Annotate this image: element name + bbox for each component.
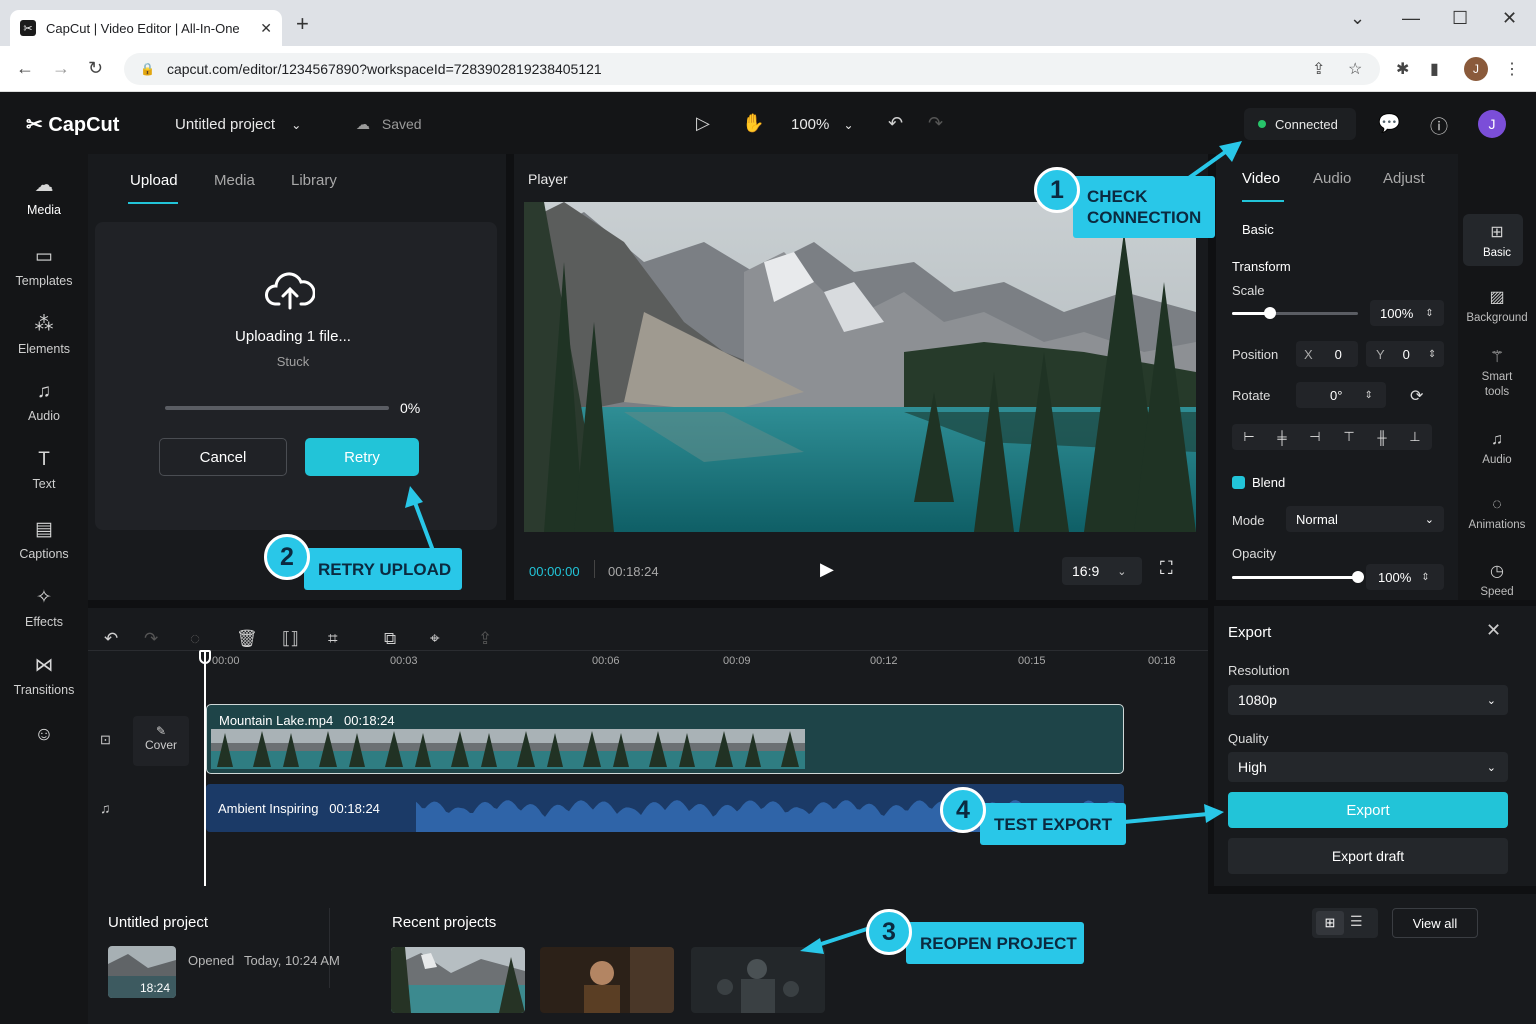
callout-text: CHECK CONNECTION (1087, 187, 1202, 227)
callout-1-box: CHECK CONNECTION (1073, 176, 1215, 238)
callout-2-box: RETRY UPLOAD (304, 548, 462, 590)
callout-text: RETRY UPLOAD (318, 559, 452, 579)
callout-3-box: REOPEN PROJECT (906, 922, 1084, 964)
callout-text: TEST EXPORT (994, 814, 1113, 834)
callout-1-badge: 1 (1034, 167, 1080, 213)
callout-text: REOPEN PROJECT (920, 933, 1077, 953)
callout-2-badge: 2 (264, 534, 310, 580)
callout-arrows (405, 141, 1242, 954)
callout-4-badge: 4 (940, 787, 986, 833)
callout-3-badge: 3 (866, 909, 912, 955)
callout-4-box: TEST EXPORT (980, 803, 1126, 845)
